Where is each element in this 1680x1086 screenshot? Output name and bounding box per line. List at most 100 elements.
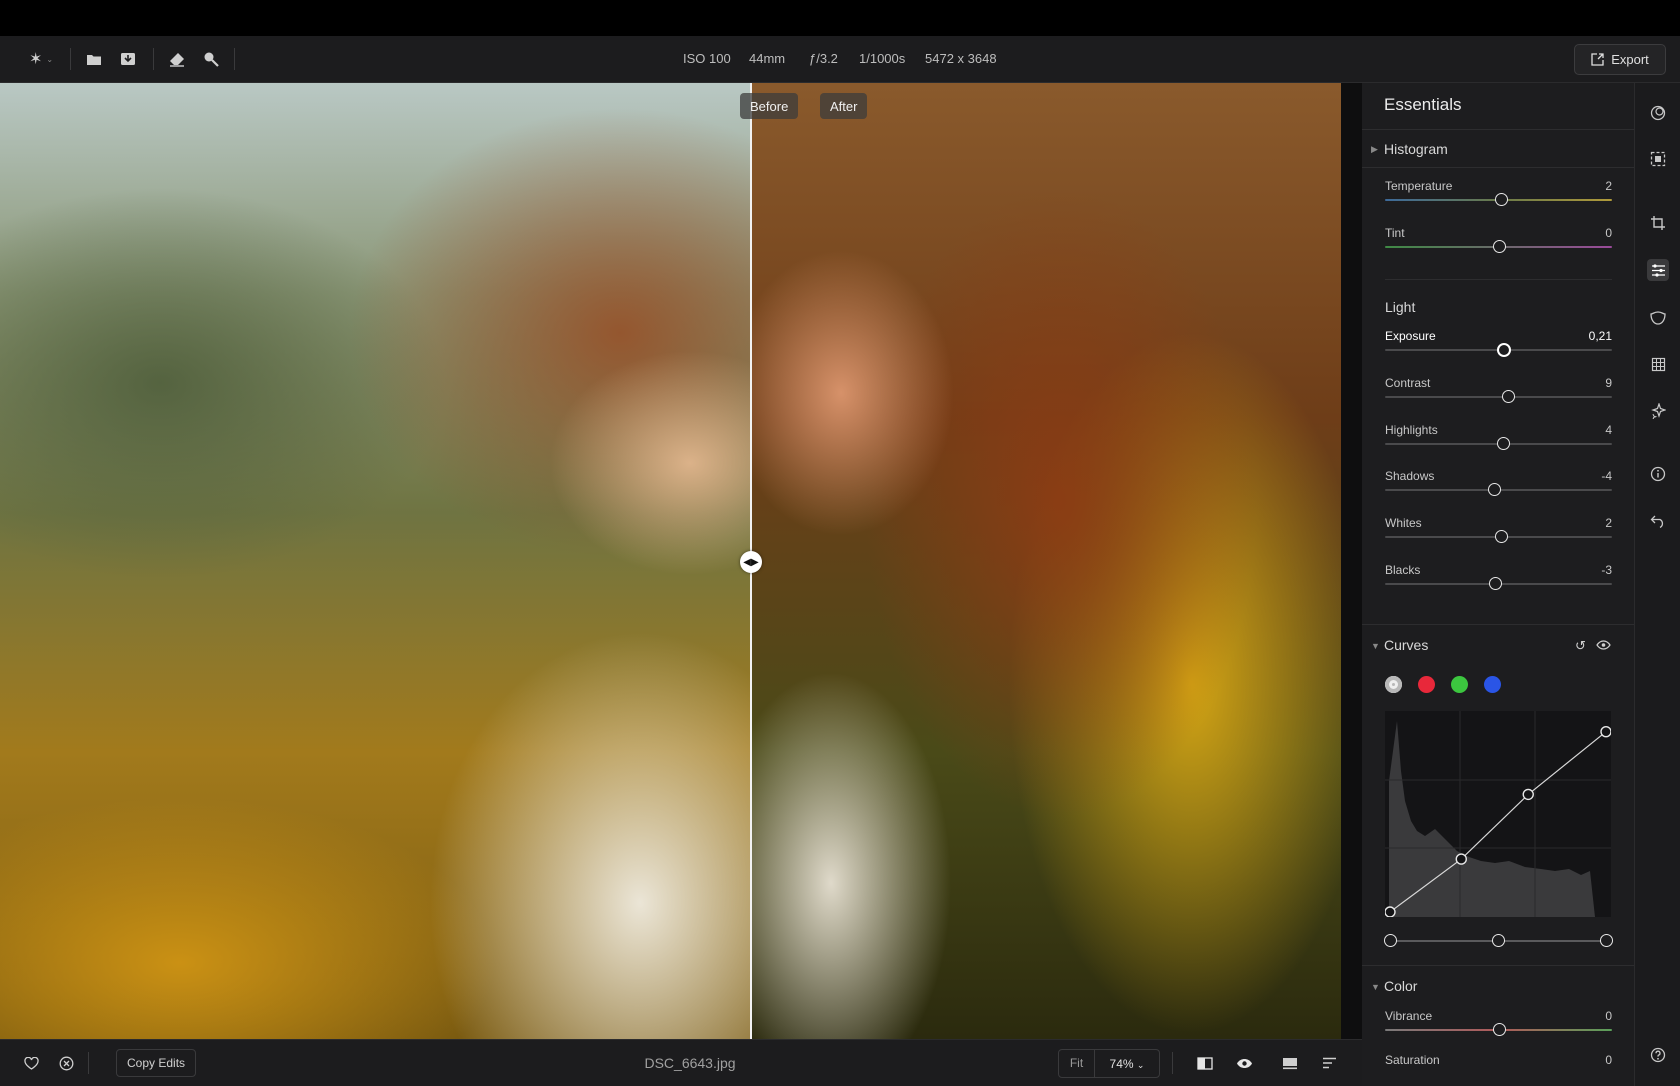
toolbar-divider [234, 48, 235, 70]
slider-knob[interactable] [1497, 437, 1511, 450]
curve-channel-blue[interactable] [1484, 676, 1501, 693]
layers-button[interactable] [1647, 148, 1669, 170]
curves-section-toggle[interactable]: Curves [1384, 637, 1428, 653]
slider-saturation[interactable]: Saturation 0 [1385, 1053, 1612, 1086]
filmstrip-icon [1283, 1057, 1297, 1069]
slider-temperature[interactable]: Temperature 2 [1385, 179, 1612, 217]
zoom-control[interactable]: Fit 74% ⌄ [1058, 1049, 1160, 1078]
curve-control-point[interactable] [1384, 906, 1396, 918]
slider-label: Vibrance [1385, 1009, 1433, 1023]
slider-value: 4 [1605, 423, 1612, 437]
zoom-value: 74% [1109, 1056, 1134, 1071]
crop-button[interactable] [1647, 212, 1669, 234]
slider-label: Temperature [1385, 179, 1453, 193]
sparkle-menu-button[interactable]: ✶ ⌄ [24, 48, 58, 70]
ai-enhance-button[interactable] [1647, 400, 1669, 422]
toolbar-divider [70, 48, 71, 70]
range-white-knob[interactable] [1600, 934, 1613, 947]
grid-icon [1651, 357, 1665, 371]
essentials-button[interactable] [1647, 259, 1669, 281]
slider-whites[interactable]: Whites 2 [1385, 516, 1612, 554]
slider-label: Whites [1385, 516, 1422, 530]
export-icon [1591, 53, 1604, 66]
divider [1362, 624, 1634, 625]
range-mid-knob[interactable] [1492, 934, 1505, 947]
curve-editor[interactable] [1384, 711, 1612, 918]
slider-contrast[interactable]: Contrast 9 [1385, 376, 1612, 414]
copy-edits-button[interactable]: Copy Edits [116, 1049, 197, 1077]
reset-curve-button[interactable]: ↺ [1575, 638, 1586, 654]
slider-shadows[interactable]: Shadows -4 [1385, 469, 1612, 507]
toggle-curve-visibility-button[interactable] [1596, 638, 1611, 653]
reject-button[interactable] [56, 1053, 76, 1073]
curve-channel-red[interactable] [1418, 676, 1435, 693]
split-handle[interactable]: ◀▶ [740, 551, 762, 573]
curve-control-point[interactable] [1522, 788, 1534, 801]
magic-brush-button[interactable] [200, 48, 222, 70]
sort-options-button[interactable] [1319, 1053, 1339, 1073]
slider-value: 0 [1605, 226, 1612, 240]
zoom-value-select[interactable]: 74% ⌄ [1095, 1057, 1159, 1071]
slider-label: Shadows [1385, 469, 1435, 483]
slider-knob[interactable] [1494, 193, 1508, 206]
slider-vibrance[interactable]: Vibrance 0 [1385, 1009, 1612, 1047]
portrait-icon [1650, 311, 1666, 325]
divider [1362, 129, 1634, 130]
slider-exposure[interactable]: Exposure 0,21 [1385, 329, 1612, 367]
crop-icon [1651, 216, 1665, 230]
slider-blacks[interactable]: Blacks -3 [1385, 563, 1612, 601]
preview-toggle-button[interactable] [1234, 1053, 1254, 1073]
slider-value: -4 [1601, 469, 1612, 483]
eraser-button[interactable] [166, 48, 188, 70]
folder-icon [87, 54, 101, 65]
zoom-fit-button[interactable]: Fit [1059, 1050, 1095, 1077]
exif-resolution: 5472 x 3648 [925, 51, 997, 66]
slider-knob[interactable] [1497, 343, 1512, 357]
heart-icon [23, 1056, 39, 1070]
slider-label: Contrast [1385, 376, 1431, 390]
help-button[interactable] [1647, 1044, 1669, 1066]
help-icon [1650, 1047, 1666, 1063]
curve-control-point[interactable] [1600, 725, 1612, 738]
presets-button[interactable] [1647, 102, 1669, 124]
slider-value: 0 [1605, 1053, 1612, 1067]
import-button[interactable] [117, 48, 139, 70]
bottom-toolbar: Copy Edits DSC_6643.jpg Fit 74% ⌄ [0, 1039, 1362, 1086]
photo-viewer[interactable]: ◀▶ Before After [0, 83, 1341, 1039]
curve-graph[interactable] [1384, 711, 1612, 918]
filmstrip-button[interactable] [1280, 1053, 1300, 1073]
caret-down-icon: ▼ [1371, 982, 1380, 992]
slider-highlights[interactable]: Highlights 4 [1385, 423, 1612, 461]
favorite-button[interactable] [21, 1053, 41, 1073]
creative-button[interactable] [1647, 353, 1669, 375]
slider-knob[interactable] [1492, 240, 1506, 253]
sparkle-icon: ✶ [28, 51, 43, 68]
history-button[interactable] [1647, 510, 1669, 532]
file-name: DSC_6643.jpg [644, 1055, 736, 1071]
compare-view-button[interactable] [1195, 1053, 1215, 1073]
export-button[interactable]: Export [1574, 44, 1666, 75]
info-button[interactable] [1647, 463, 1669, 485]
histogram-section-toggle[interactable]: Histogram [1384, 141, 1448, 157]
after-image [751, 83, 1341, 1039]
curve-control-point[interactable] [1455, 853, 1467, 865]
color-section-toggle[interactable]: Color [1384, 978, 1417, 994]
portrait-button[interactable] [1647, 307, 1669, 329]
slider-label: Blacks [1385, 563, 1421, 577]
before-image [0, 83, 751, 1039]
slider-knob[interactable] [1487, 483, 1501, 496]
slider-knob[interactable] [1494, 530, 1508, 543]
slider-knob[interactable] [1501, 390, 1515, 403]
slider-knob[interactable] [1489, 577, 1503, 590]
range-black-knob[interactable] [1384, 934, 1397, 947]
folder-button[interactable] [83, 48, 105, 70]
top-toolbar: ✶ ⌄ ISO 100 44mm ƒ/3.2 1/1000s 5472 x 364… [0, 36, 1680, 83]
slider-tint[interactable]: Tint 0 [1385, 226, 1612, 264]
slider-knob[interactable] [1492, 1023, 1506, 1036]
curve-channel-green[interactable] [1451, 676, 1468, 693]
curve-range-slider[interactable] [1384, 933, 1613, 949]
export-label: Export [1611, 52, 1649, 67]
divider [1385, 279, 1612, 280]
curve-channel-luminance[interactable] [1385, 676, 1402, 693]
split-view-icon [1197, 1056, 1213, 1070]
